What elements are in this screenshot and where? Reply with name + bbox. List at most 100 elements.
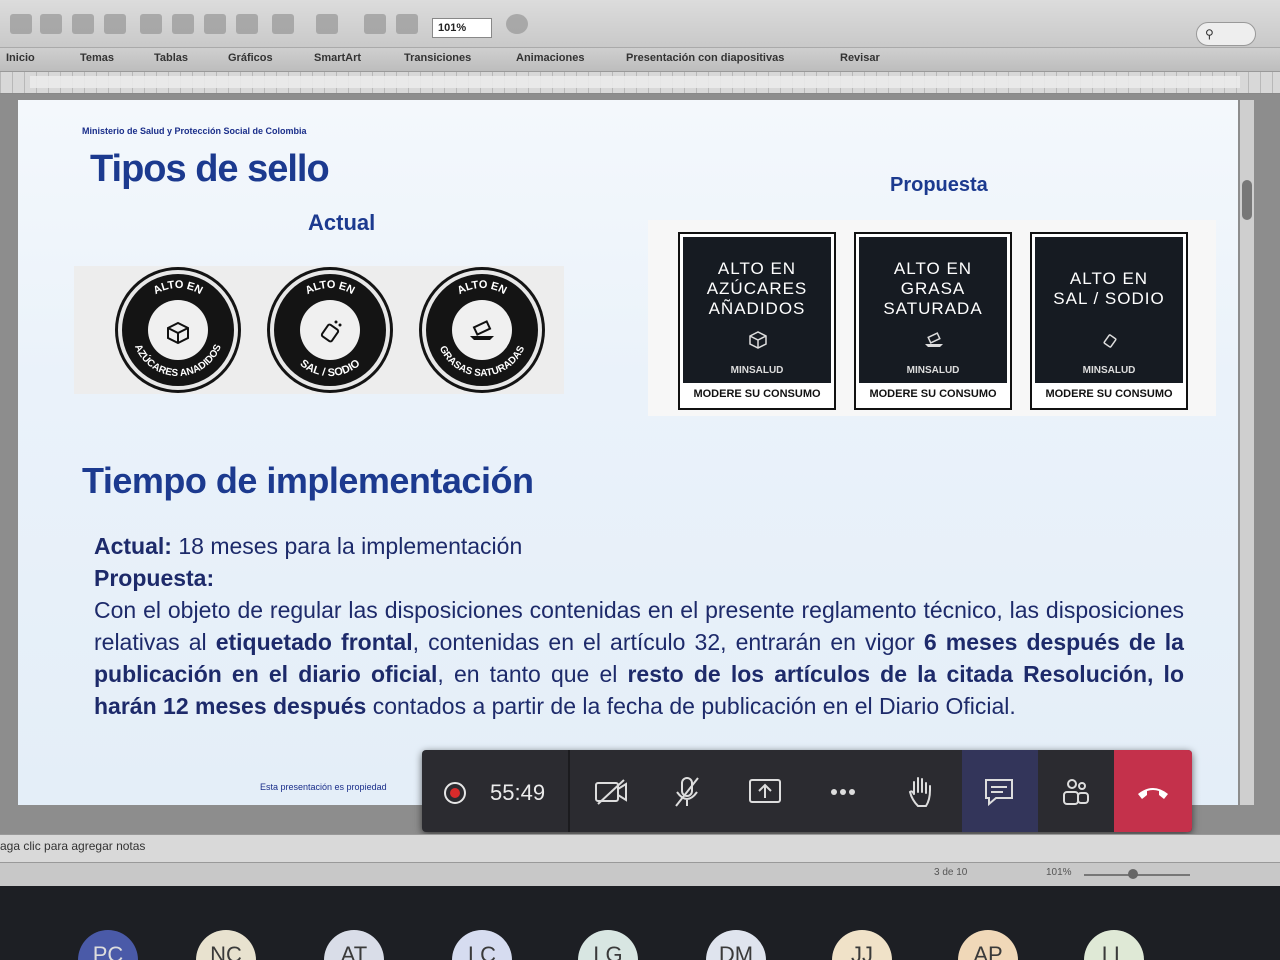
notes-pane[interactable]: aga clic para agregar notas: [0, 834, 1280, 862]
gallery-icon[interactable]: [364, 14, 386, 34]
svg-text:ALTO EN: ALTO EN: [455, 279, 508, 297]
octagon-azucares: ALTO EN AZÚCARES AÑADIDOS MINSALUD MODER…: [678, 232, 836, 410]
chat-button[interactable]: [962, 750, 1038, 832]
seal-azucares: ALTO EN AZÚCARES ANADIDOS: [118, 270, 238, 390]
participant-avatar[interactable]: DM: [706, 930, 766, 960]
octagon-label: ALTO EN AZÚCARES AÑADIDOS: [706, 259, 808, 318]
svg-text:ALTO EN: ALTO EN: [151, 279, 204, 297]
search-field[interactable]: ⚲: [1196, 22, 1256, 46]
mic-off-icon[interactable]: [664, 770, 710, 814]
hang-up-icon[interactable]: [1130, 770, 1176, 814]
participant-avatar[interactable]: LL: [1084, 930, 1144, 960]
seal-top-text: ALTO EN: [303, 279, 356, 297]
octagon-face: ALTO EN AZÚCARES AÑADIDOS MINSALUD: [683, 237, 831, 383]
section-title: Tiempo de implementación: [82, 460, 534, 501]
tab-transiciones[interactable]: Transiciones: [404, 52, 471, 64]
tab-smartart[interactable]: SmartArt: [314, 52, 361, 64]
ribbon-tabs: Inicio Temas Tablas Gráficos SmartArt Tr…: [0, 48, 1280, 72]
participant-avatar[interactable]: JJ: [832, 930, 892, 960]
ministry-header: Ministerio de Salud y Protección Social …: [82, 126, 307, 136]
record-icon: [444, 782, 466, 804]
para-text-2: , contenidas en el artículo 32, entrarán…: [412, 629, 924, 655]
seal-sal: ALTO EN SAL / SODIO: [270, 270, 390, 390]
actual-seals-panel: ALTO EN AZÚCARES ANADIDOS ALTO EN SAL / …: [74, 266, 564, 394]
tab-presentacion[interactable]: Presentación con diapositivas: [626, 52, 784, 64]
seal-top-text: ALTO EN: [455, 279, 508, 297]
zoom-field[interactable]: 101%: [432, 18, 492, 38]
divider: [568, 750, 570, 832]
para-bold-1: etiquetado frontal: [215, 629, 413, 655]
copy-icon[interactable]: [172, 14, 194, 34]
octagon-sal: ALTO EN SAL / SODIO MINSALUD MODERE SU C…: [1030, 232, 1188, 410]
print-icon[interactable]: [104, 14, 126, 34]
octagon-footer: MODERE SU CONSUMO: [869, 388, 997, 400]
octagon-footer: MODERE SU CONSUMO: [693, 388, 821, 400]
help-icon[interactable]: [506, 14, 528, 34]
tab-inicio[interactable]: Inicio: [6, 52, 35, 64]
octagon-footer: MODERE SU CONSUMO: [1045, 388, 1173, 400]
more-icon[interactable]: [820, 770, 866, 814]
octagon-label: ALTO EN SAL / SODIO: [1053, 269, 1165, 308]
actual-prefix: Actual:: [94, 533, 172, 559]
undo-icon[interactable]: [272, 14, 294, 34]
status-zoom: 101%: [1046, 867, 1072, 878]
notes-placeholder[interactable]: aga clic para agregar notas: [0, 839, 145, 853]
chat-icon[interactable]: [976, 770, 1022, 814]
camera-off-icon[interactable]: [588, 770, 634, 814]
octagon-label: ALTO EN GRASA SATURADA: [883, 259, 983, 318]
propuesta-paragraph: Con el objeto de regular las disposicion…: [94, 594, 1184, 722]
slide-title: Tipos de sello: [90, 148, 330, 190]
tab-revisar[interactable]: Revisar: [840, 52, 880, 64]
participant-avatar[interactable]: AP: [958, 930, 1018, 960]
slide-counter: 3 de 10: [934, 867, 968, 878]
vertical-scrollbar[interactable]: [1240, 100, 1254, 805]
hang-up-button[interactable]: [1114, 750, 1192, 832]
scroll-thumb[interactable]: [1242, 180, 1252, 220]
octagon-brand: MINSALUD: [1082, 365, 1136, 376]
paste-icon[interactable]: [204, 14, 226, 34]
actual-label: Actual: [308, 210, 376, 235]
tab-tablas[interactable]: Tablas: [154, 52, 188, 64]
butter-icon: [470, 320, 494, 340]
tab-temas[interactable]: Temas: [80, 52, 114, 64]
participant-avatar[interactable]: LG: [578, 930, 638, 960]
format-icon[interactable]: [236, 14, 258, 34]
octagon-brand: MINSALUD: [906, 365, 960, 376]
slide-footnote: Esta presentación es propiedad: [260, 782, 387, 792]
svg-text:ALTO EN: ALTO EN: [303, 279, 356, 297]
para-text-3: , en tanto que el: [437, 661, 628, 687]
participants-icon[interactable]: [1054, 770, 1100, 814]
cut-icon[interactable]: [140, 14, 162, 34]
implementation-text: Actual: 18 meses para la implementación …: [94, 530, 1184, 722]
new-icon[interactable]: [10, 14, 32, 34]
tab-graficos[interactable]: Gráficos: [228, 52, 273, 64]
propuesta-prefix: Propuesta:: [94, 565, 215, 591]
octagon-face: ALTO EN GRASA SATURADA MINSALUD: [859, 237, 1007, 383]
horizontal-ruler: [0, 72, 1280, 94]
save-icon[interactable]: [72, 14, 94, 34]
call-timer: 55:49: [490, 780, 546, 805]
redo-icon[interactable]: [316, 14, 338, 34]
octagon-face: ALTO EN SAL / SODIO MINSALUD: [1035, 237, 1183, 383]
participant-strip: PC NC AT LC LG DM JJ AP LL: [0, 886, 1280, 960]
actual-line: Actual: 18 meses para la implementación: [94, 530, 1184, 562]
status-bar: 3 de 10 101%: [0, 862, 1280, 886]
slide-canvas[interactable]: Ministerio de Salud y Protección Social …: [18, 100, 1238, 805]
participant-avatar[interactable]: AT: [324, 930, 384, 960]
octagon-brand: MINSALUD: [730, 365, 784, 376]
raise-hand-icon[interactable]: [898, 770, 944, 814]
share-screen-icon[interactable]: [742, 770, 788, 814]
participant-avatar[interactable]: PC: [78, 930, 138, 960]
participant-avatar[interactable]: LC: [452, 930, 512, 960]
seal-bottom-text: SAL / SODIO: [298, 357, 363, 379]
salt-shaker-icon: [320, 320, 342, 343]
zoom-slider-handle[interactable]: [1128, 869, 1138, 879]
template-icon[interactable]: [40, 14, 62, 34]
tab-animaciones[interactable]: Animaciones: [516, 52, 584, 64]
search-icon: ⚲: [1205, 27, 1214, 41]
svg-text:SAL / SODIO: SAL / SODIO: [298, 357, 363, 379]
seal-top-text: ALTO EN: [151, 279, 204, 297]
butter-icon: [925, 332, 943, 347]
participant-avatar[interactable]: NC: [196, 930, 256, 960]
sidebar-icon[interactable]: [396, 14, 418, 34]
